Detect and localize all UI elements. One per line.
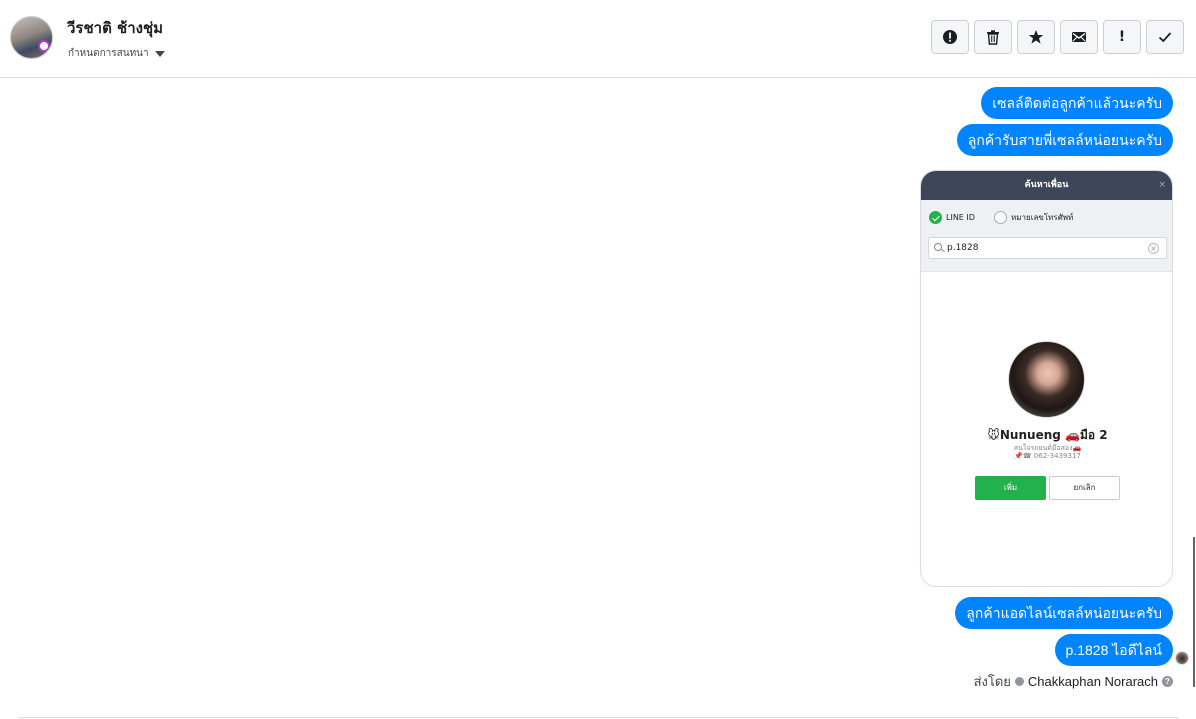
help-icon[interactable]: ? <box>1162 676 1173 687</box>
spam-button[interactable] <box>931 20 969 54</box>
message-bubble[interactable]: ลูกค้าแอดไลน์เซลล์หน่อยนะครับ <box>955 597 1173 629</box>
star-icon <box>1028 30 1044 44</box>
mark-unread-button[interactable] <box>1060 20 1098 54</box>
radio-icon <box>994 211 1007 224</box>
cancel-button: ยกเลิก <box>1049 476 1120 500</box>
shared-image[interactable]: ค้นหาเพื่อน × LINE ID หมายเลขโทรศัพท์ p.… <box>920 170 1173 587</box>
clear-icon: × <box>1148 243 1159 254</box>
friend-search-value: p.1828 <box>947 243 979 253</box>
toolbar: ! <box>931 20 1184 54</box>
add-friend-button: เพิ่ม <box>975 476 1046 500</box>
done-button[interactable] <box>1146 20 1184 54</box>
message-bubble[interactable]: ลูกค้ารับสายพี่เซลล์หน่อยนะครับ <box>956 124 1173 156</box>
check-icon <box>1158 32 1172 43</box>
friend-search-field: p.1828 × <box>928 237 1167 259</box>
caret-down-icon <box>154 50 165 57</box>
radio-line-id: LINE ID <box>929 211 975 224</box>
radio-phone-label: หมายเลขโทรศัพท์ <box>1011 213 1074 222</box>
envelope-icon <box>1072 32 1086 42</box>
conversation-view: วีรชาติ ช้างชุ่ม กำหนดการสนทนา ! เซลล์ติ… <box>0 0 1196 719</box>
message-bubble[interactable]: p.1828 ไอดีไลน์ <box>1054 634 1173 666</box>
close-icon: × <box>1158 180 1166 190</box>
seen-avatar <box>1175 651 1189 665</box>
exclamation-icon: ! <box>1118 29 1126 45</box>
sent-by-label: ส่งโดย <box>973 674 1011 689</box>
add-friend-title: ค้นหาเพื่อน <box>1024 180 1069 190</box>
alert-circle-icon <box>943 30 957 44</box>
sent-by: ส่งโดย Chakkaphan Norarach ? <box>974 671 1173 692</box>
add-friend-title-bar: ค้นหาเพื่อน × <box>921 171 1172 200</box>
important-button[interactable]: ! <box>1103 20 1141 54</box>
assign-label: กำหนดการสนทนา <box>68 48 149 59</box>
checked-radio-icon <box>929 211 942 224</box>
search-icon <box>934 243 942 251</box>
divider <box>18 717 1178 718</box>
sender-name[interactable]: Chakkaphan Norarach <box>1028 674 1158 689</box>
scrollbar[interactable] <box>1193 537 1195 687</box>
trash-icon <box>987 30 999 45</box>
contact-name[interactable]: วีรชาติ ช้างชุ่ม <box>67 16 163 40</box>
search-options: LINE ID หมายเลขโทรศัพท์ p.1828 × <box>921 200 1172 272</box>
conversation-header: วีรชาติ ช้างชุ่ม กำหนดการสนทนา ! <box>0 0 1196 78</box>
star-button[interactable] <box>1017 20 1055 54</box>
radio-line-id-label: LINE ID <box>946 213 975 222</box>
verified-icon <box>1014 677 1024 686</box>
profile-photo <box>1008 341 1085 418</box>
heart-badge-icon <box>38 40 50 52</box>
radio-phone: หมายเลขโทรศัพท์ <box>994 211 1073 224</box>
profile-phone: 📌☎ 062-3439317 <box>1014 452 1081 460</box>
delete-button[interactable] <box>974 20 1012 54</box>
avatar[interactable] <box>10 16 53 59</box>
assign-conversation-dropdown[interactable]: กำหนดการสนทนา <box>68 46 165 61</box>
message-bubble[interactable]: เซลล์ติดต่อลูกค้าแล้วนะครับ <box>981 87 1173 119</box>
